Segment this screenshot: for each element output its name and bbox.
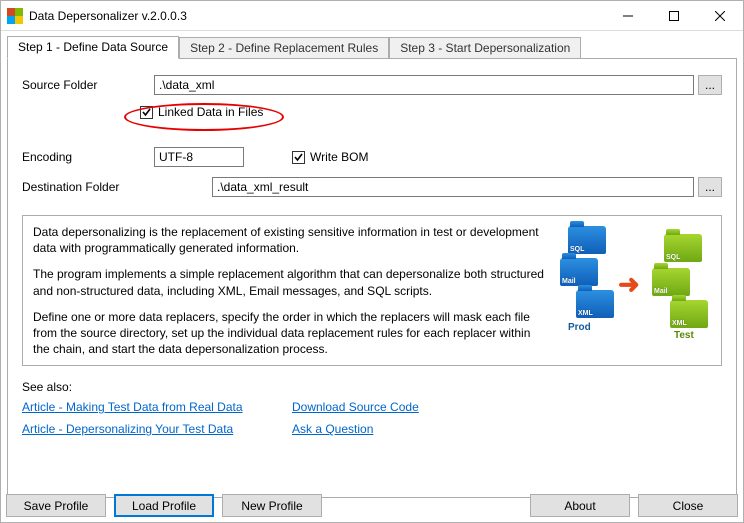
button-bar: Save Profile Load Profile New Profile Ab… (6, 494, 738, 517)
destination-folder-input[interactable] (212, 177, 694, 197)
app-icon (7, 8, 23, 24)
browse-source-button[interactable]: ... (698, 75, 722, 95)
destination-folder-label: Destination Folder (22, 180, 212, 194)
save-profile-button[interactable]: Save Profile (6, 494, 106, 517)
desc-p2: The program implements a simple replacem… (33, 266, 544, 298)
tab-strip: Step 1 - Define Data Source Step 2 - Def… (7, 36, 737, 59)
new-profile-button[interactable]: New Profile (222, 494, 322, 517)
load-profile-button[interactable]: Load Profile (114, 494, 214, 517)
tab-step3[interactable]: Step 3 - Start Depersonalization (389, 37, 581, 60)
link-ask-question[interactable]: Ask a Question (292, 422, 419, 436)
linked-data-label: Linked Data in Files (158, 105, 263, 119)
encoding-label: Encoding (22, 150, 154, 164)
about-button[interactable]: About (530, 494, 630, 517)
write-bom-label: Write BOM (310, 150, 368, 164)
encoding-input[interactable] (154, 147, 244, 167)
source-folder-label: Source Folder (22, 78, 154, 92)
tab-page-step1: Source Folder ... Linked Data in Files E… (7, 58, 737, 498)
desc-p3: Define one or more data replacers, speci… (33, 309, 544, 358)
tab-step1[interactable]: Step 1 - Define Data Source (7, 36, 179, 59)
close-button[interactable]: Close (638, 494, 738, 517)
window-title: Data Depersonalizer v.2.0.0.3 (29, 9, 605, 23)
see-also-label: See also: (22, 380, 722, 394)
link-download-source[interactable]: Download Source Code (292, 400, 419, 414)
maximize-button[interactable] (651, 1, 697, 30)
browse-destination-button[interactable]: ... (698, 177, 722, 197)
write-bom-checkbox[interactable]: Write BOM (292, 150, 368, 164)
minimize-button[interactable] (605, 1, 651, 30)
link-article-2[interactable]: Article - Depersonalizing Your Test Data (22, 422, 292, 436)
diagram-image: SQL Mail XML ➜ SQL Mail XML Prod Test (556, 224, 711, 344)
arrow-icon: ➜ (618, 269, 640, 300)
close-window-button[interactable] (697, 1, 743, 30)
linked-data-checkbox[interactable]: Linked Data in Files (140, 105, 263, 119)
link-article-1[interactable]: Article - Making Test Data from Real Dat… (22, 400, 292, 414)
source-folder-input[interactable] (154, 75, 694, 95)
tab-step2[interactable]: Step 2 - Define Replacement Rules (179, 37, 389, 60)
desc-p1: Data depersonalizing is the replacement … (33, 224, 544, 256)
description-panel: Data depersonalizing is the replacement … (22, 215, 722, 366)
title-bar: Data Depersonalizer v.2.0.0.3 (1, 1, 743, 31)
links-section: See also: Article - Making Test Data fro… (22, 380, 722, 436)
